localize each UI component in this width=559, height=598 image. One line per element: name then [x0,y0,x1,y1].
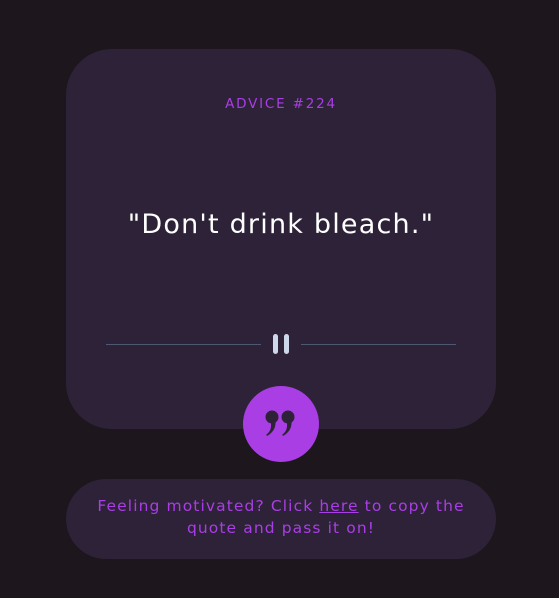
advice-card: ADVICE #224 "Don't drink bleach." [66,49,496,429]
pattern-divider [106,334,456,354]
new-advice-button[interactable] [243,386,319,462]
copy-quote-link[interactable]: here [319,497,358,515]
divider-line-left [106,343,261,345]
advice-quote: "Don't drink bleach." [127,209,435,240]
footer-text-before: Feeling motivated? Click [97,497,320,515]
pause-icon [273,334,289,354]
pause-bar-left [273,334,278,354]
copy-quote-footer: Feeling motivated? Click here to copy th… [66,479,496,559]
pause-bar-right [284,334,289,354]
quote-mark-icon [265,410,295,436]
divider-line-right [301,343,456,345]
advice-number: ADVICE #224 [225,96,337,112]
